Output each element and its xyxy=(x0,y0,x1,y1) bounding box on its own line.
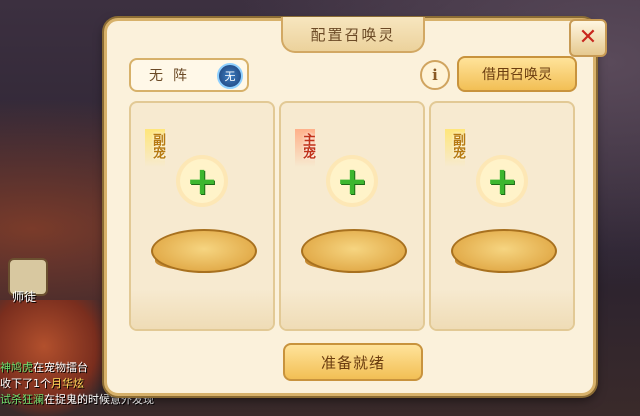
plus-icon: + xyxy=(186,159,218,203)
add-summon-button[interactable]: + xyxy=(180,159,224,203)
add-summon-button[interactable]: + xyxy=(330,159,374,203)
dialog-title: 配置召唤灵 xyxy=(310,25,396,44)
formation-selector[interactable]: 无阵 无 xyxy=(129,58,249,92)
borrow-summon-button[interactable]: 借用召唤灵 xyxy=(457,56,577,92)
title-plate: 配置召唤灵 xyxy=(281,17,425,53)
pedestal xyxy=(151,229,257,273)
add-summon-button[interactable]: + xyxy=(480,159,524,203)
ready-button[interactable]: 准备就绪 xyxy=(283,343,423,381)
plus-icon: + xyxy=(486,159,518,203)
formation-label: 无阵 xyxy=(149,68,197,84)
slot-backdrop xyxy=(431,289,573,329)
chat-name[interactable]: 试杀狂澜 xyxy=(0,393,44,406)
slot-backdrop xyxy=(131,289,273,329)
secondary-pet-tag: 副宠 xyxy=(145,129,165,167)
mentor-label: 师徒 xyxy=(12,290,37,304)
chat-text: 收下了1个 xyxy=(0,377,51,390)
secondary-pet-tag: 副宠 xyxy=(445,129,465,167)
summon-config-dialog: 配置召唤灵 ✕ 无阵 无 i 借用召唤灵 副宠 + 主宠 + 副宠 + 准备就绪 xyxy=(104,17,607,396)
close-icon: ✕ xyxy=(578,25,598,50)
summon-slot-left[interactable]: 副宠 + xyxy=(129,101,275,331)
summon-slot-right[interactable]: 副宠 + xyxy=(429,101,575,331)
summon-slot-center[interactable]: 主宠 + xyxy=(279,101,425,331)
info-icon[interactable]: i xyxy=(420,60,450,90)
close-button[interactable]: ✕ xyxy=(569,19,607,57)
pedestal xyxy=(301,229,407,273)
slot-backdrop xyxy=(281,289,423,329)
chat-name[interactable]: 神鸠虎 xyxy=(0,361,33,374)
plus-icon: + xyxy=(336,159,368,203)
main-pet-tag: 主宠 xyxy=(295,129,315,167)
chat-highlight[interactable]: 月华炫 xyxy=(51,377,84,390)
chat-text: 在宠物擂台 xyxy=(33,361,88,374)
formation-badge-icon: 无 xyxy=(217,63,243,89)
pedestal xyxy=(451,229,557,273)
